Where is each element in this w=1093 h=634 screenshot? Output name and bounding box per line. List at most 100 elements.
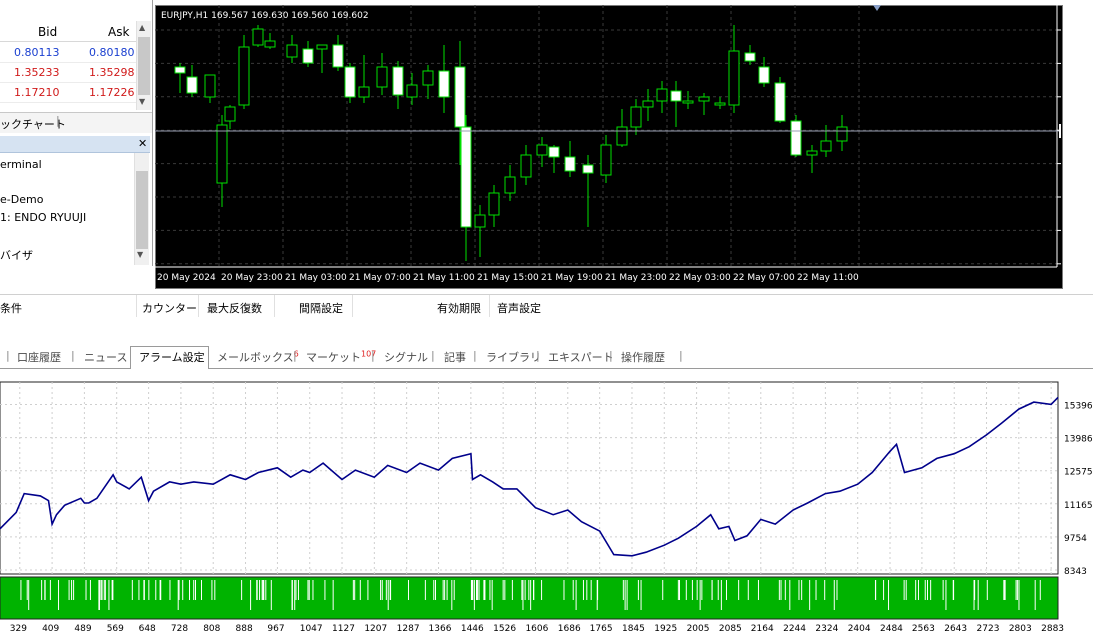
- scroll-down-icon[interactable]: ▼: [139, 97, 148, 106]
- scroll-thumb[interactable]: [138, 37, 150, 95]
- market-watch-panel: Bid Ask 0.80113 0.80180 1.35233 1.35298 …: [0, 0, 153, 136]
- nav-item-terminal[interactable]: erminal: [0, 158, 42, 171]
- equity-x-tick-label: 2723: [977, 624, 1000, 634]
- toolbox-tab-strip: | 口座履歴 | ニュース アラーム設定 メールボックス6 | マーケット107…: [0, 346, 1093, 368]
- symbol-row[interactable]: 1.35233 1.35298: [0, 63, 136, 83]
- symbol-row[interactable]: 0.80113 0.80180: [0, 43, 136, 63]
- col-divider[interactable]: [198, 295, 199, 317]
- candle-body: [438, 70, 450, 98]
- equity-x-tick-label: 2005: [687, 624, 710, 634]
- tab-divider: |: [609, 349, 613, 362]
- tab-divider: |: [431, 349, 435, 362]
- close-icon[interactable]: ✕: [138, 137, 147, 150]
- equity-graph-canvas[interactable]: 15396 13986 12575 11165 9754 8343 329 409 489 56…: [0, 380, 1093, 634]
- col-interval[interactable]: 間隔設定: [299, 300, 343, 316]
- equity-y-tick-label: 9754: [1064, 534, 1087, 544]
- tab-market[interactable]: マーケット107: [306, 349, 376, 365]
- market-watch-tabs: ックチャート |: [0, 112, 152, 133]
- market-watch-scrollbar[interactable]: ▲ ▼: [136, 21, 151, 110]
- candle-body: [454, 66, 466, 128]
- candle-body: [422, 70, 434, 86]
- equity-x-tick-label: 409: [42, 624, 59, 634]
- nav-item-account[interactable]: 1: ENDO RYUUJI: [0, 211, 86, 224]
- col-counter[interactable]: カウンター: [142, 300, 197, 316]
- market-watch-header: Bid Ask: [0, 21, 136, 42]
- equity-x-tick-label: 329: [10, 624, 27, 634]
- tab-divider: |: [371, 349, 375, 362]
- navigator-panel: ✕ erminal e-Demo 1: ENDO RYUUJI バイザ ▼: [0, 136, 153, 266]
- tab-journal[interactable]: 操作履歴: [621, 349, 665, 365]
- candle-body: [774, 82, 786, 122]
- candle-body: [714, 102, 726, 106]
- scroll-thumb[interactable]: [136, 171, 148, 249]
- tab-divider: |: [293, 349, 297, 362]
- time-tick-label: 21 May 03:00: [285, 273, 347, 283]
- time-tick-label: 21 May 11:00: [413, 273, 475, 283]
- chart-shift-marker-icon[interactable]: [873, 5, 881, 11]
- tab-mailbox[interactable]: メールボックス6: [217, 349, 299, 365]
- tab-divider: |: [6, 349, 10, 362]
- equity-x-tick-label: 1366: [429, 624, 452, 634]
- col-divider[interactable]: [489, 295, 490, 317]
- equity-y-tick-label: 12575: [1064, 468, 1093, 478]
- tab-alerts[interactable]: アラーム設定: [139, 349, 205, 365]
- bid-header[interactable]: Bid: [38, 25, 57, 39]
- col-expiration[interactable]: 有効期限: [437, 300, 481, 316]
- candle-body: [358, 86, 370, 98]
- col-divider[interactable]: [352, 295, 353, 317]
- candle-body: [264, 40, 276, 48]
- tab-signals[interactable]: シグナル: [384, 349, 428, 365]
- time-tick-label: 21 May 15:00: [477, 273, 539, 283]
- equity-x-tick-label: 2164: [751, 624, 774, 634]
- tab-library[interactable]: ライブラリ: [486, 349, 541, 365]
- tab-account-history[interactable]: 口座履歴: [17, 349, 61, 365]
- col-divider[interactable]: [136, 295, 137, 317]
- nav-item-advisors[interactable]: バイザ: [0, 247, 33, 263]
- time-tick-label: 22 May 11:00: [797, 273, 859, 283]
- tab-articles[interactable]: 記事: [444, 349, 466, 365]
- equity-x-tick-label: 1526: [493, 624, 516, 634]
- tab-experts[interactable]: エキスパート: [548, 349, 614, 365]
- equity-x-tick-label: 2404: [848, 624, 871, 634]
- bid-value: 1.17210: [14, 86, 60, 99]
- equity-y-tick-label: 11165: [1064, 501, 1093, 511]
- equity-x-tick-label: 1606: [525, 624, 548, 634]
- col-divider[interactable]: [274, 295, 275, 317]
- scroll-down-icon[interactable]: ▼: [137, 250, 143, 259]
- navigator-scrollbar[interactable]: ▼: [134, 153, 149, 265]
- candle-body: [174, 66, 186, 74]
- equity-x-tick-label: 2244: [783, 624, 806, 634]
- tab-divider: |: [473, 349, 477, 362]
- tab-news[interactable]: ニュース: [84, 349, 127, 365]
- candle-body: [600, 144, 612, 176]
- bid-value: 0.80113: [14, 46, 60, 59]
- equity-x-tick-label: 2803: [1009, 624, 1032, 634]
- ask-header[interactable]: Ask: [108, 25, 129, 39]
- candle-body: [252, 28, 264, 46]
- price-chart-canvas[interactable]: EURJPY,H1 169.567 169.630 169.560 169.60…: [155, 5, 1061, 287]
- candle-body: [536, 144, 548, 156]
- candle-body: [460, 126, 472, 228]
- col-sound[interactable]: 音声設定: [497, 300, 541, 316]
- candle-body: [548, 146, 560, 158]
- equity-x-tick-label: 1686: [558, 624, 581, 634]
- candle-body: [582, 164, 594, 174]
- equity-x-tick-label: 1127: [332, 624, 355, 634]
- symbol-row[interactable]: 1.17210 1.17226: [0, 83, 136, 103]
- nav-item-server[interactable]: e-Demo: [0, 193, 43, 206]
- candle-body: [758, 66, 770, 84]
- col-max-iterations[interactable]: 最大反復数: [207, 300, 262, 316]
- equity-x-tick-label: 967: [267, 624, 284, 634]
- equity-x-tick-label: 2643: [944, 624, 967, 634]
- equity-x-tick-label: 808: [203, 624, 220, 634]
- col-condition[interactable]: 条件: [0, 300, 22, 316]
- candle-body: [286, 44, 298, 58]
- scroll-up-icon[interactable]: ▲: [139, 23, 148, 32]
- equity-x-tick-label: 2563: [912, 624, 935, 634]
- equity-x-tick-label: 1047: [300, 624, 323, 634]
- equity-x-tick-label: 2883: [1041, 624, 1064, 634]
- equity-x-tick-label: 569: [107, 624, 124, 634]
- candle-body: [224, 106, 236, 122]
- candle-body: [520, 154, 532, 178]
- tab-market-label: マーケット: [306, 351, 361, 364]
